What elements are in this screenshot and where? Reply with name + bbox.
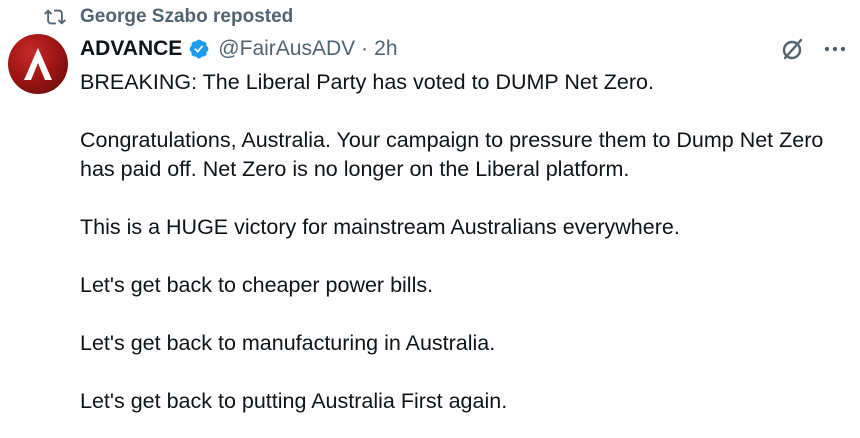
verified-badge-icon[interactable]: [188, 38, 210, 60]
tweet-paragraph: BREAKING: The Liberal Party has voted to…: [80, 70, 654, 94]
tweet-paragraph: Congratulations, Australia. Your campaig…: [80, 128, 824, 181]
tweet-paragraph: Let's get back to cheaper power bills.: [80, 273, 434, 297]
separator: ·: [361, 37, 369, 60]
tweet-header: ADVANCE @FairAusADV · 2h: [80, 34, 398, 64]
post-timestamp[interactable]: 2h: [374, 37, 397, 61]
grok-icon[interactable]: [780, 36, 806, 62]
advance-logo-icon: [24, 48, 52, 80]
repost-icon: [44, 6, 66, 28]
repost-text: George Szabo reposted: [80, 6, 294, 27]
tweet-paragraph: This is a HUGE victory for mainstream Au…: [80, 215, 680, 239]
post-actions: [780, 36, 848, 62]
tweet-text: BREAKING: The Liberal Party has voted to…: [80, 68, 850, 416]
tweet-paragraph: Let's get back to putting Australia Firs…: [80, 389, 508, 413]
repost-indicator[interactable]: George Szabo reposted: [44, 4, 293, 30]
author-display-name[interactable]: ADVANCE: [80, 37, 182, 61]
tweet-paragraph: Let's get back to manufacturing in Austr…: [80, 331, 496, 355]
avatar[interactable]: [8, 34, 68, 94]
author-handle[interactable]: @FairAusADV: [218, 37, 355, 61]
more-options-icon[interactable]: [822, 36, 848, 62]
